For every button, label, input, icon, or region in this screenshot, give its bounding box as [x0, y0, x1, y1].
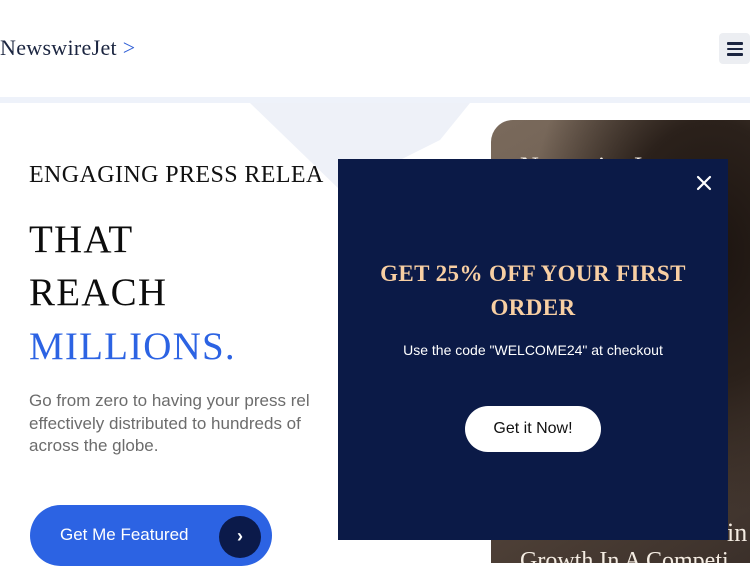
cta-label: Get Me Featured [60, 525, 189, 544]
popup-title-line-2: ORDER [490, 295, 576, 320]
description-line: effectively distributed to hundreds of [29, 413, 301, 433]
chevron-right-icon: › [219, 516, 261, 558]
photo-caption-right: in [727, 518, 748, 547]
hero-description: Go from zero to having your press rel ef… [29, 390, 359, 458]
promo-popup: GET 25% OFF YOUR FIRST ORDER Use the cod… [338, 159, 728, 540]
headline-line-1: THAT [29, 218, 134, 261]
hero-eyebrow: ENGAGING PRESS RELEA [29, 162, 324, 188]
headline-line-2: REACH [29, 271, 168, 314]
popup-title: GET 25% OFF YOUR FIRST ORDER [338, 257, 728, 325]
popup-subtitle: Use the code "WELCOME24" at checkout [403, 342, 663, 358]
description-line: across the globe. [29, 436, 159, 455]
close-icon[interactable] [695, 174, 713, 192]
description-line: Go from zero to having your press rel [29, 391, 310, 410]
photo-caption-bottom: Growth In A Competi [520, 548, 729, 563]
get-it-now-button[interactable]: Get it Now! [465, 406, 601, 452]
headline-accent: MILLIONS. [29, 325, 236, 368]
popup-title-line-1: GET 25% OFF YOUR FIRST [380, 261, 686, 286]
get-me-featured-button[interactable]: Get Me Featured › [30, 505, 272, 566]
